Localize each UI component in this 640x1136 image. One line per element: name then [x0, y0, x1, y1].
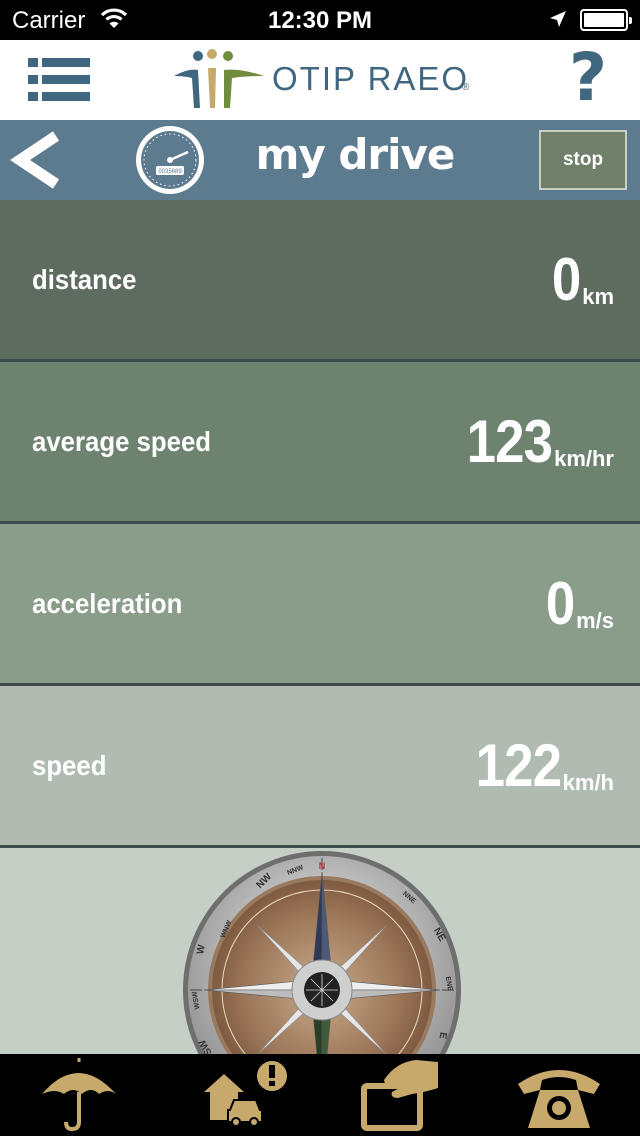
app-header: OTIP RAEO ® ? [0, 40, 640, 120]
metric-unit: km/hr [554, 446, 614, 471]
compass-panel: N NNW NW WNW W WSW SW NNE NE ENE E [0, 848, 640, 1054]
compass-label: N [319, 861, 326, 871]
card-hand-icon[interactable] [356, 1058, 446, 1132]
status-bar: Carrier 12:30 PM [0, 0, 640, 40]
status-time: 12:30 PM [267, 7, 373, 34]
logo-text: OTIP RAEO [272, 60, 470, 97]
metric-speed: speed 122 km/h [0, 686, 640, 848]
metric-acceleration: acceleration 0 m/s [0, 524, 640, 686]
battery-icon [580, 9, 632, 31]
compass-icon: N NNW NW WNW W WSW SW NNE NE ENE E [183, 851, 461, 1054]
help-button[interactable]: ? [560, 42, 616, 114]
metric-label: speed [32, 750, 107, 781]
menu-button[interactable] [28, 58, 90, 102]
stop-button[interactable]: stop [539, 130, 627, 190]
odometer-text: 0035689 [158, 169, 182, 175]
location-arrow-icon [550, 11, 566, 27]
phone-icon[interactable] [514, 1058, 604, 1132]
tab-bar [0, 1054, 640, 1136]
logo-figures-icon [174, 49, 264, 108]
metric-label: acceleration [32, 588, 183, 619]
metric-value: 122 [475, 732, 561, 799]
metric-label: average speed [32, 426, 212, 457]
metric-label: distance [32, 264, 137, 295]
metric-value: 0 [551, 246, 581, 313]
metric-distance: distance 0 km [0, 200, 640, 362]
otip-logo: OTIP RAEO ® [168, 46, 478, 116]
nav-bar: 0035689 my drive stop [0, 120, 640, 200]
logo-registered-mark: ® [462, 82, 470, 93]
umbrella-icon[interactable] [36, 1058, 126, 1132]
speedometer-icon: 0035689 [136, 126, 204, 194]
page-title: my drive [255, 130, 456, 179]
metric-unit: km [582, 284, 614, 309]
back-chevron-icon[interactable] [8, 128, 68, 192]
metric-value: 123 [466, 408, 553, 475]
home-car-alert-icon[interactable] [200, 1058, 290, 1132]
metric-average-speed: average speed 123 km/hr [0, 362, 640, 524]
metric-unit: km/h [562, 770, 614, 795]
metric-unit: m/s [576, 608, 614, 633]
metric-value: 0 [545, 570, 575, 637]
